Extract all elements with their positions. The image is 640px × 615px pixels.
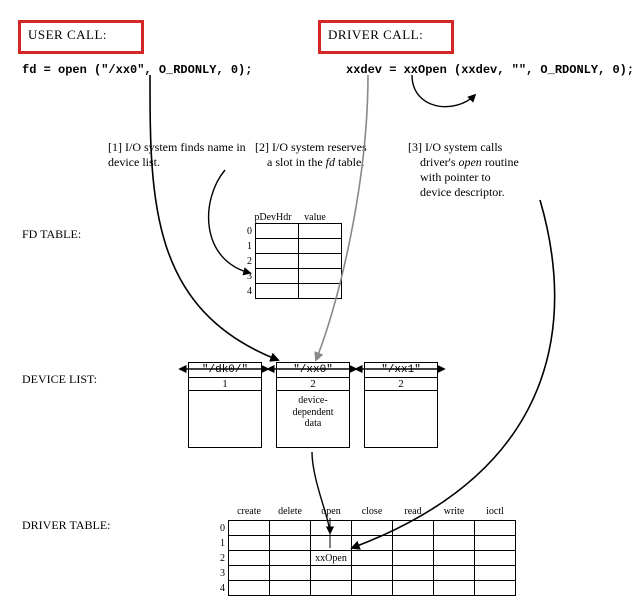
driver-call-code: xxdev = xxOpen (xxdev, "", O_RDONLY, 0); (346, 63, 634, 77)
step-3: [3] I/O system calls driver's open routi… (408, 140, 558, 200)
step-1: [1] I/O system finds name in device list… (108, 140, 248, 170)
device-list-label: DEVICE LIST: (22, 372, 97, 387)
fd-table: pDevHdrvalue 0 1 2 3 4 (238, 212, 342, 299)
step-1-text: I/O system finds name in device list. (108, 140, 246, 169)
step-2-num: [2] (255, 140, 269, 154)
step-1-num: [1] (108, 140, 122, 154)
device-box-1: "/xx0" 2 device-dependentdata (276, 362, 350, 448)
step-3-num: [3] (408, 140, 422, 154)
driver-table: create delete open close read write ioct… (211, 504, 516, 596)
device-box-2: "/xx1" 2 (364, 362, 438, 448)
driver-table-label: DRIVER TABLE: (22, 518, 110, 533)
user-call-header: USER CALL: (28, 27, 107, 43)
driver-call-header: DRIVER CALL: (328, 27, 423, 43)
fd-table-label: FD TABLE: (22, 227, 81, 242)
step-2: [2] I/O system reserves a slot in the fd… (255, 140, 405, 170)
device-box-0: "/dk0/" 1 (188, 362, 262, 448)
device-body-1: device-dependentdata (277, 391, 349, 447)
driver-cell-xxopen: xxOpen (311, 551, 352, 566)
user-call-code: fd = open ("/xx0", O_RDONLY, 0); (22, 63, 252, 77)
